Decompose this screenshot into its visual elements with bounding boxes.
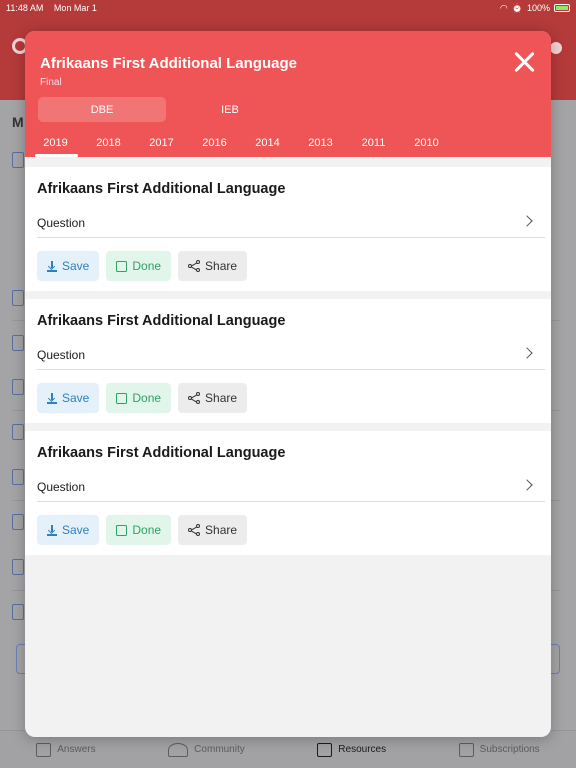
tab-year-2011[interactable]: 2011 [347,131,400,157]
battery-percent: 100% [526,3,550,13]
question-label: Question [37,216,86,230]
tab-label: Subscriptions [479,744,540,755]
background-section-letter: M [12,114,24,130]
people-icon [168,742,189,757]
background-doc-icon [12,514,24,530]
tab-label: Community [194,744,245,755]
question-row[interactable]: Question [37,343,545,370]
tab-subscriptions[interactable]: Subscriptions [458,742,540,757]
modal-header: Afrikaans First Additional Language Fina… [25,31,551,157]
paper-list: Afrikaans First Additional Language Ques… [25,167,551,563]
question-label: Question [37,348,86,362]
card-actions: Save Done Share [37,251,248,281]
year-tabs: 2019 2018 2017 2016 2014 2013 2011 2010 [25,131,551,157]
tab-year-2014[interactable]: 2014 [241,131,294,157]
background-doc-icon [12,152,24,168]
question-label: Question [37,480,86,494]
paper-card: Afrikaans First Additional Language Ques… [25,167,551,291]
tab-year-2019[interactable]: 2019 [29,131,82,157]
save-button[interactable]: Save [37,251,100,281]
done-label: Done [132,523,162,537]
share-icon [188,392,201,404]
background-doc-icon [12,335,24,351]
share-label: Share [205,523,238,537]
status-date: Mon Mar 1 [53,3,97,13]
done-button[interactable]: Done [106,383,172,413]
save-button[interactable]: Save [37,383,100,413]
status-time: 11:48 AM [6,3,44,13]
download-icon [47,260,57,272]
tab-label: Resources [338,744,387,755]
question-row[interactable]: Question [37,475,545,502]
share-icon [188,260,201,272]
wifi-icon: ◠ [499,2,508,13]
share-button[interactable]: Share [178,251,248,281]
paper-title: Afrikaans First Additional Language [37,445,286,461]
background-doc-icon [12,424,24,440]
share-label: Share [205,391,238,405]
exam-board-segmented-control: DBE IEB [38,97,294,122]
card-actions: Save Done Share [37,383,248,413]
chevron-right-icon [521,479,533,491]
checkbox-icon [116,524,128,536]
save-button[interactable]: Save [37,515,100,545]
share-icon [188,524,201,536]
save-label: Save [62,523,90,537]
done-label: Done [132,391,162,405]
paper-card: Afrikaans First Additional Language Ques… [25,431,551,555]
background-doc-icon [12,469,24,485]
background-doc-icon [12,290,24,306]
tab-answers[interactable]: Answers [36,742,96,757]
battery-icon [554,4,570,12]
done-button[interactable]: Done [106,515,172,545]
tab-year-2017[interactable]: 2017 [135,131,188,157]
question-row[interactable]: Question [37,211,545,238]
papers-modal: Afrikaans First Additional Language Fina… [25,31,551,737]
background-doc-icon [12,379,24,395]
checkbox-icon [116,392,128,404]
done-button[interactable]: Done [106,251,172,281]
modal-subtitle: Final [40,77,62,88]
tab-year-2010[interactable]: 2010 [400,131,453,157]
modal-title: Afrikaans First Additional Language [40,55,297,72]
user-icon [550,42,562,54]
done-label: Done [132,259,162,273]
share-button[interactable]: Share [178,383,248,413]
card-actions: Save Done Share [37,515,248,545]
checkbox-icon [116,260,128,272]
paper-title: Afrikaans First Additional Language [37,313,286,329]
segment-dbe[interactable]: DBE [38,97,166,122]
paper-title: Afrikaans First Additional Language [37,181,286,197]
clipboard-icon [36,742,52,757]
share-label: Share [205,259,238,273]
box-icon [458,742,474,757]
tab-community[interactable]: Community [168,742,245,757]
background-doc-icon [12,559,24,575]
chevron-right-icon [521,215,533,227]
tab-year-2016[interactable]: 2016 [188,131,241,157]
paper-card: Afrikaans First Additional Language Ques… [25,299,551,423]
background-doc-icon [12,604,24,620]
chevron-right-icon [521,347,533,359]
tab-resources[interactable]: Resources [317,742,387,757]
save-label: Save [62,259,90,273]
close-icon[interactable] [513,51,535,73]
download-icon [47,392,57,404]
tab-year-2018[interactable]: 2018 [82,131,135,157]
status-bar: 11:48 AM Mon Mar 1 ◠ ⏰ 100% [0,0,576,16]
segment-ieb[interactable]: IEB [166,97,294,122]
tab-year-2013[interactable]: 2013 [294,131,347,157]
tab-label: Answers [57,744,96,755]
save-label: Save [62,391,90,405]
share-button[interactable]: Share [178,515,248,545]
download-icon [47,524,57,536]
alarm-icon: ⏰ [511,2,523,13]
folder-icon [317,742,333,757]
